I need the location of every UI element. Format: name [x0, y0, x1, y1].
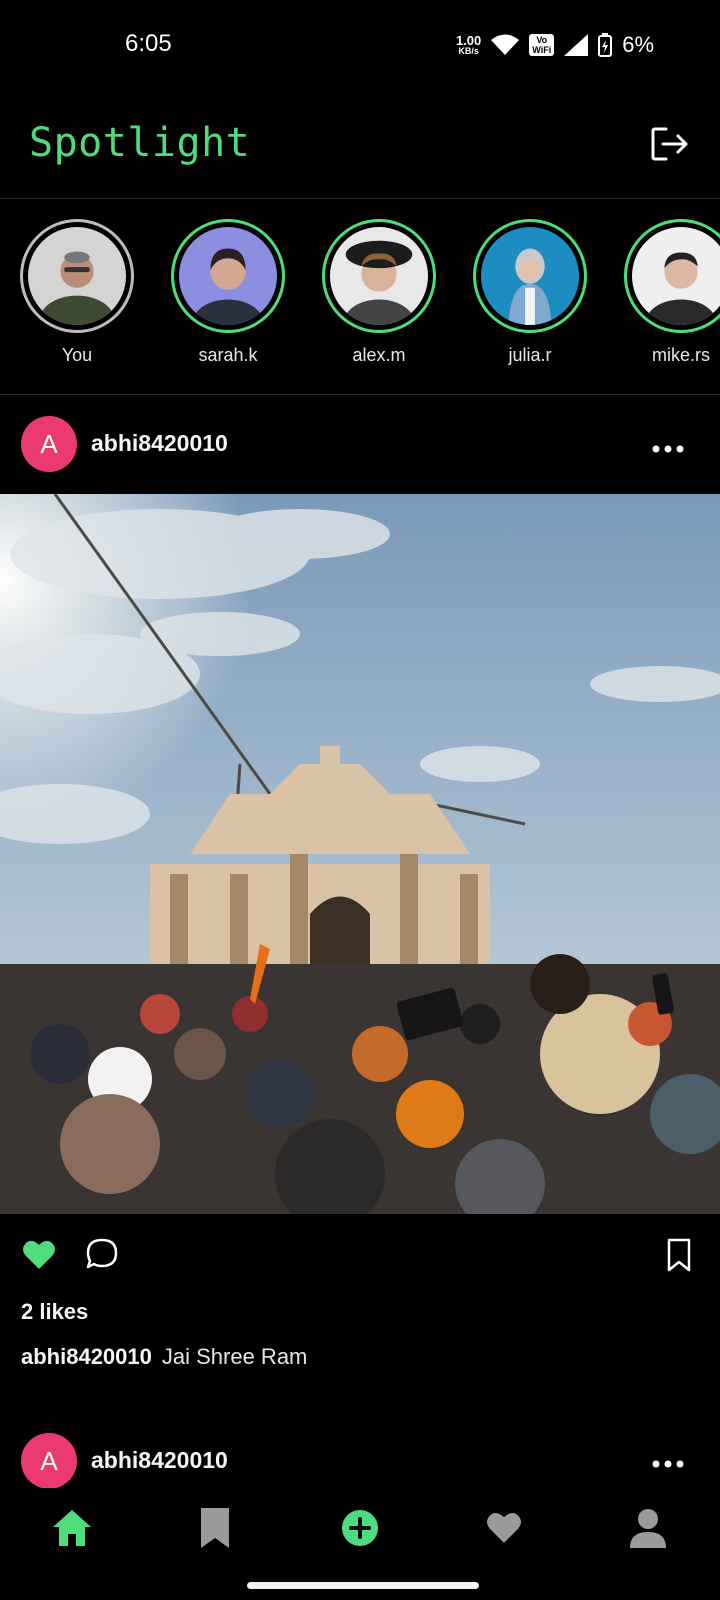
vowifi-top: Vo	[536, 35, 548, 45]
status-icons: 1.00 KB/s Vo WiFi 6%	[456, 30, 654, 60]
vowifi-badge: Vo WiFi	[529, 34, 555, 56]
status-time: 6:05	[125, 30, 172, 57]
post-image[interactable]	[0, 494, 720, 1214]
story-you[interactable]: You	[17, 219, 137, 366]
nav-notifications[interactable]	[474, 1498, 534, 1558]
story-ring	[171, 219, 285, 333]
battery-icon	[598, 33, 613, 57]
home-indicator	[247, 1582, 479, 1589]
post-username[interactable]: abhi8420010	[91, 1447, 228, 1474]
post-header: A abhi8420010	[0, 404, 720, 484]
avatar	[481, 227, 579, 325]
avatar	[632, 227, 720, 325]
story-name: sarah.k	[198, 345, 258, 365]
story-mike-rs[interactable]: mike.rs	[621, 219, 720, 366]
story-ring	[20, 219, 134, 333]
heart-icon	[487, 1513, 521, 1543]
signal-icon	[564, 34, 589, 56]
status-bar: 6:05 1.00 KB/s Vo WiFi 6%	[0, 0, 720, 90]
bookmark-icon	[201, 1508, 229, 1548]
logout-icon	[651, 127, 688, 161]
likes-count[interactable]: 2 likes	[21, 1299, 88, 1325]
caption-text: Jai Shree Ram	[161, 1344, 308, 1369]
comment-icon	[86, 1238, 118, 1269]
app-header: Spotlight	[0, 90, 720, 199]
profile-icon	[630, 1509, 666, 1548]
avatar[interactable]: A	[21, 1433, 77, 1489]
more-icon	[652, 1460, 684, 1468]
home-icon	[53, 1510, 91, 1546]
post-actions	[0, 1234, 720, 1282]
story-name: You	[61, 345, 93, 365]
nav-bookmarks[interactable]	[185, 1498, 245, 1558]
battery-percent: 6%	[622, 32, 654, 57]
like-button[interactable]	[22, 1239, 56, 1271]
story-ring	[473, 219, 587, 333]
more-icon	[652, 445, 684, 453]
more-options-button[interactable]	[652, 440, 684, 453]
post-caption: abhi8420010 Jai Shree Ram	[21, 1344, 307, 1370]
wifi-icon	[491, 34, 520, 55]
story-name: mike.rs	[652, 345, 710, 365]
vowifi-bottom: WiFi	[532, 45, 552, 55]
post-username[interactable]: abhi8420010	[91, 430, 228, 457]
avatar	[179, 227, 277, 325]
nav-profile[interactable]	[618, 1498, 678, 1558]
avatar[interactable]: A	[21, 416, 77, 472]
story-alex-m[interactable]: alex.m	[319, 219, 439, 366]
avatar	[330, 227, 428, 325]
logout-button[interactable]	[650, 126, 690, 162]
add-icon	[342, 1510, 378, 1546]
heart-filled-icon	[23, 1240, 55, 1269]
story-name: julia.r	[508, 345, 552, 365]
app-title: Spotlight	[29, 120, 251, 166]
bookmark-icon	[667, 1238, 691, 1272]
save-post-button[interactable]	[666, 1237, 692, 1273]
nav-home[interactable]	[42, 1498, 102, 1558]
story-julia-r[interactable]: julia.r	[470, 219, 590, 366]
nav-add-post[interactable]	[330, 1498, 390, 1558]
caption-username[interactable]: abhi8420010	[21, 1344, 152, 1369]
story-ring	[624, 219, 720, 333]
more-options-button[interactable]	[652, 1455, 684, 1468]
network-speed-unit: KB/s	[458, 46, 479, 56]
avatar	[28, 227, 126, 325]
stories-row: You sarah.k alex.m julia.r mike.rs	[0, 199, 720, 395]
story-sarah-k[interactable]: sarah.k	[168, 219, 288, 366]
story-ring	[322, 219, 436, 333]
network-speed: 1.00 KB/s	[456, 34, 481, 56]
story-name: alex.m	[352, 345, 406, 365]
comment-button[interactable]	[85, 1237, 119, 1271]
bottom-nav	[0, 1488, 720, 1600]
